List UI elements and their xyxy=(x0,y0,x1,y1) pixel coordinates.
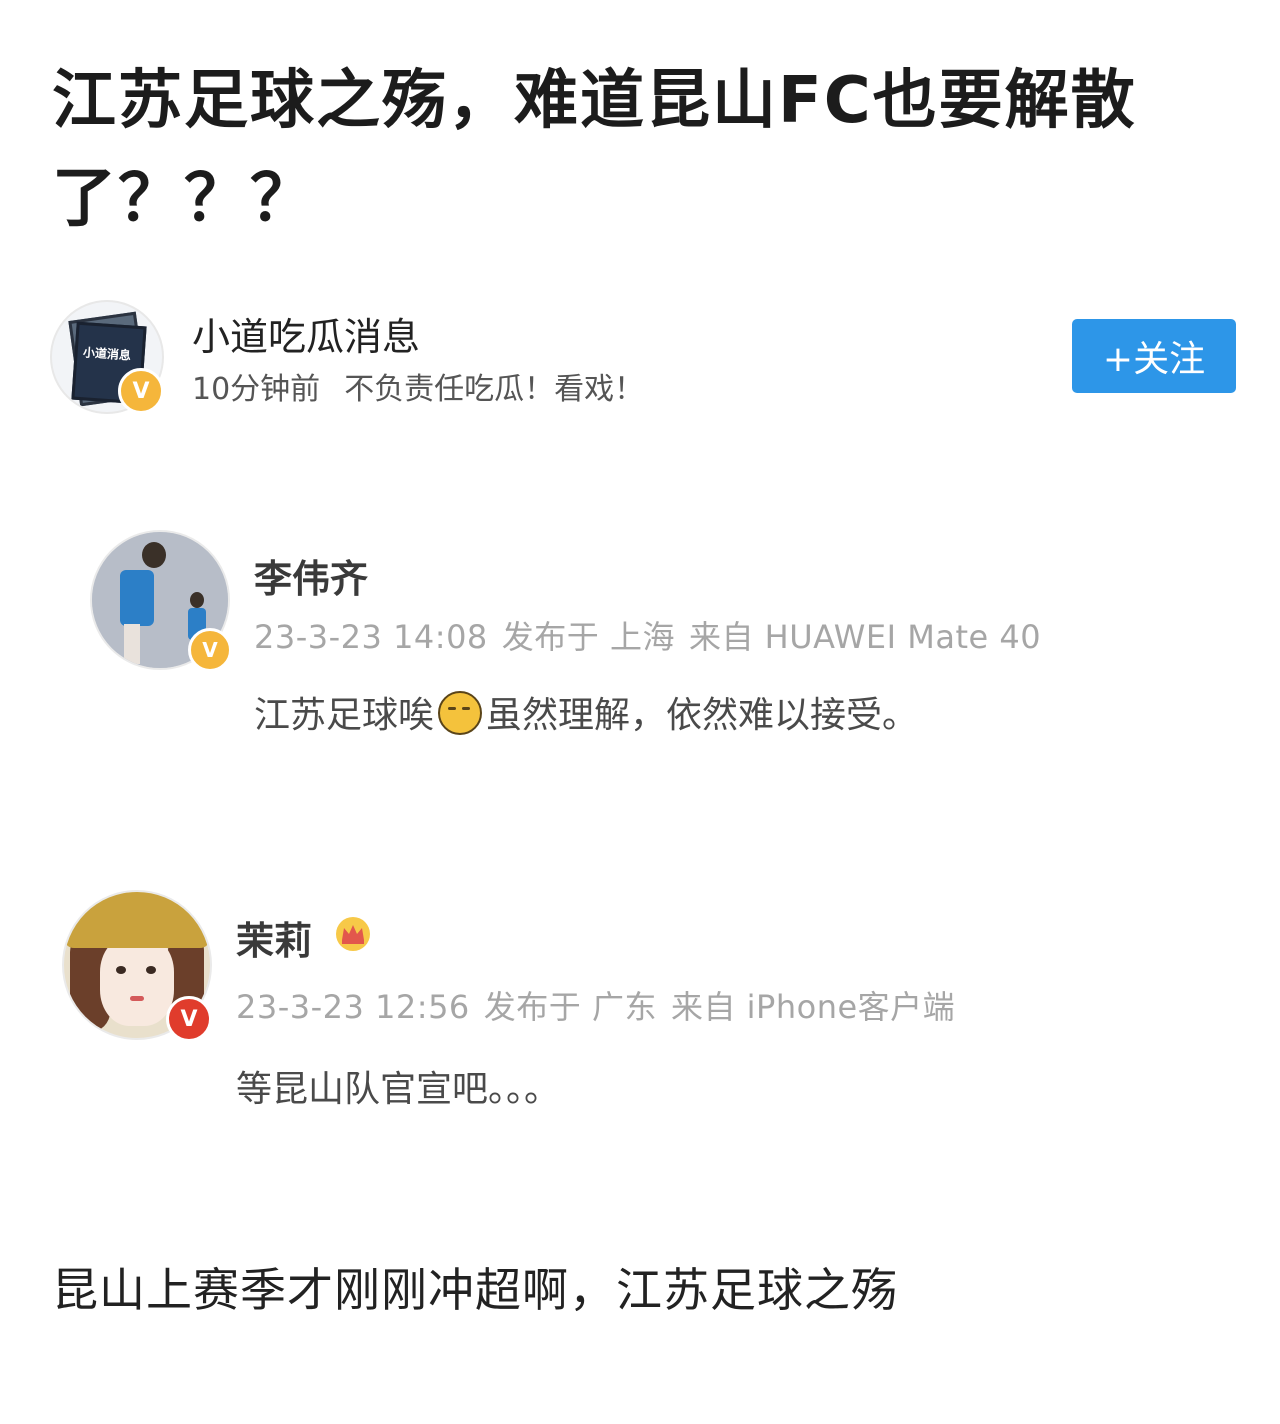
comment-date: 23-3-23 14:08 xyxy=(254,618,488,656)
author-meta: 10分钟前 不负责任吃瓜！看戏！ xyxy=(192,364,644,408)
commenter-name[interactable]: 茉莉 xyxy=(236,910,312,965)
author-name[interactable]: 小道吃瓜消息 xyxy=(192,306,420,361)
comment-location: 发布于 广东 xyxy=(483,988,657,1026)
verified-badge-icon: V xyxy=(118,368,164,414)
comment-meta: 23-3-23 14:08 发布于 上海 来自 HUAWEI Mate 40 xyxy=(254,612,1055,658)
verified-badge-icon: V xyxy=(166,996,212,1042)
follow-button[interactable]: +关注 xyxy=(1072,319,1236,393)
comment-device: 来自 iPhone客户端 xyxy=(670,988,956,1026)
verified-badge-icon: V xyxy=(188,628,232,672)
comment-device: 来自 HUAWEI Mate 40 xyxy=(688,618,1042,656)
sad-face-emoji-icon xyxy=(438,691,483,735)
article-title: 江苏足球之殇，难道昆山FC也要解散了？？？ xyxy=(52,64,1137,236)
comment-text: 江苏足球唉 虽然理解，依然难以接受。 xyxy=(254,686,918,738)
article-body: 昆山上赛季才刚刚冲超啊，江苏足球之殇 xyxy=(52,1263,898,1317)
commenter-name[interactable]: 李伟齐 xyxy=(254,548,368,603)
comment-location: 发布于 上海 xyxy=(501,618,675,656)
post-time: 10分钟前 xyxy=(192,372,321,407)
comment-text: 等昆山队官宣吧。。。 xyxy=(236,1069,561,1110)
comment-meta: 23-3-23 12:56 发布于 广东 来自 iPhone客户端 xyxy=(236,982,969,1028)
comment-date: 23-3-23 12:56 xyxy=(236,988,470,1026)
author-bio: 不负责任吃瓜！看戏！ xyxy=(344,372,645,407)
crown-icon xyxy=(336,917,370,951)
